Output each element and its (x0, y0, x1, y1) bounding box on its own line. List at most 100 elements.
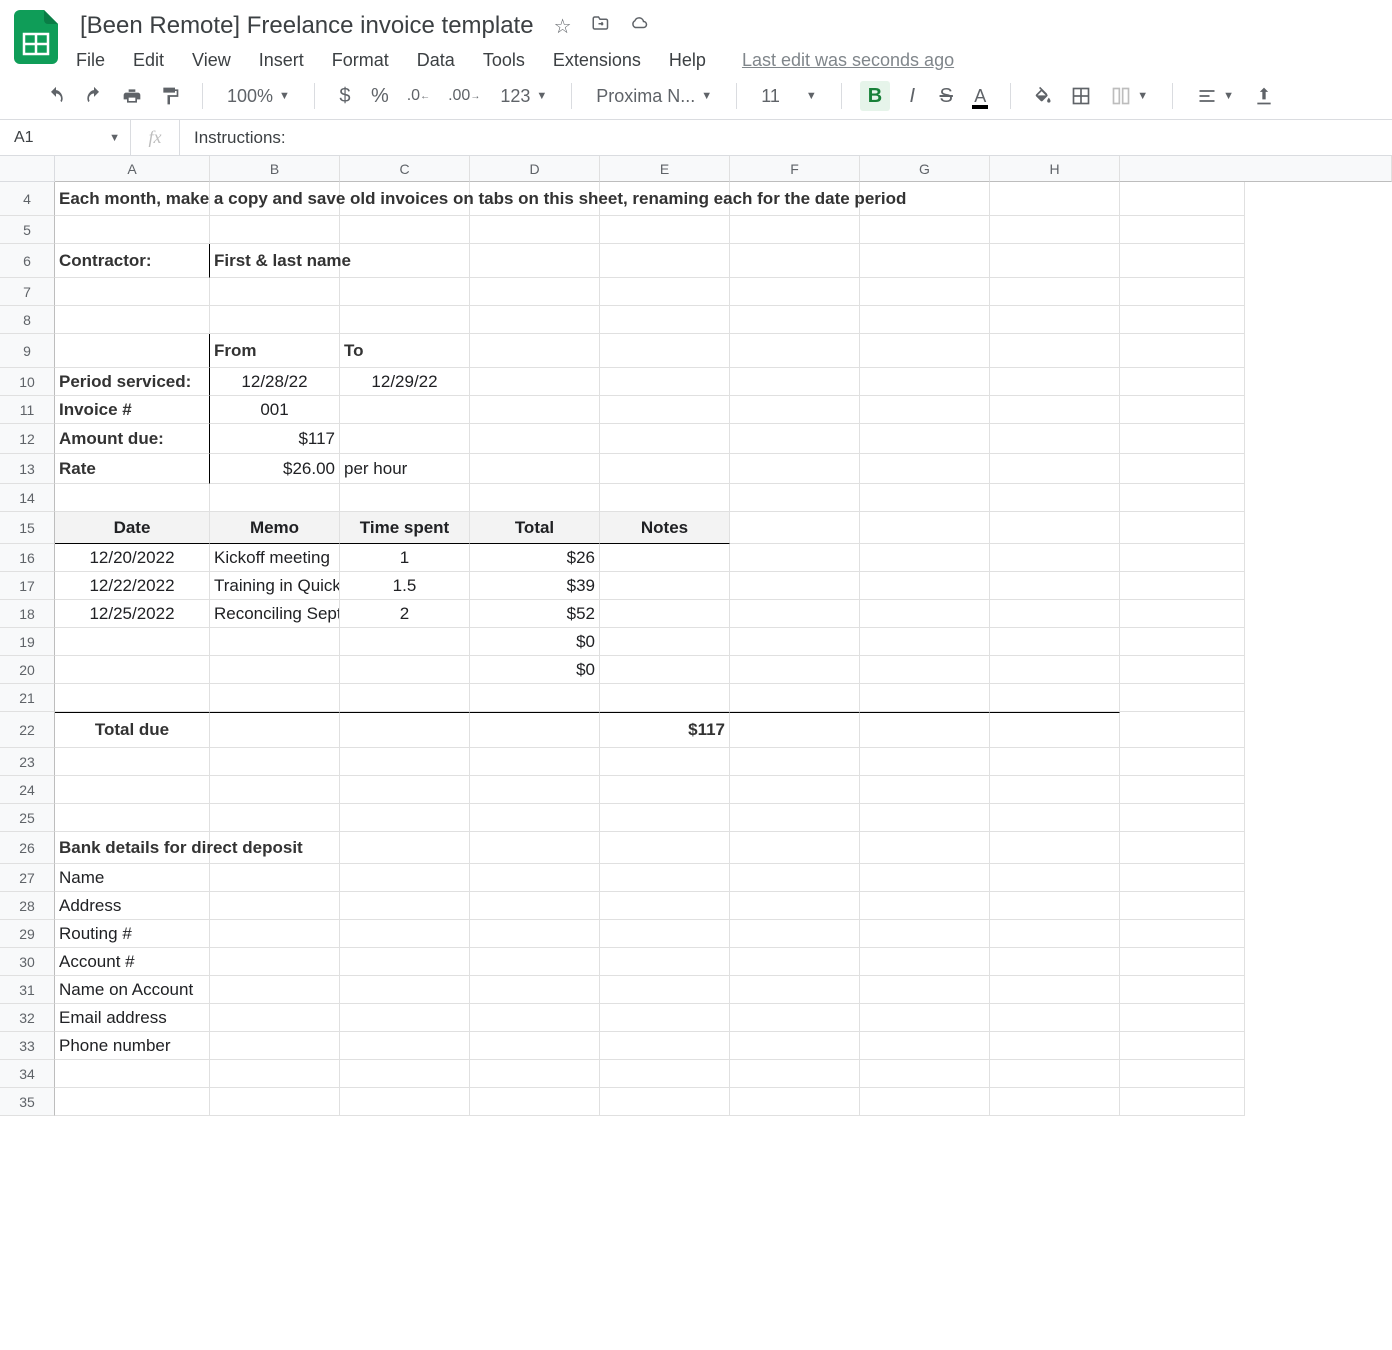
cell-C18[interactable]: 2 (340, 600, 470, 628)
cell-C27[interactable] (340, 864, 470, 892)
cell-E7[interactable] (600, 278, 730, 306)
cell-B33[interactable] (210, 1032, 340, 1060)
cell-D30[interactable] (470, 948, 600, 976)
cell-undefined16[interactable] (1120, 544, 1245, 572)
cell-H18[interactable] (990, 600, 1120, 628)
row-header-27[interactable]: 27 (0, 864, 55, 892)
cell-A32[interactable]: Email address (55, 1004, 210, 1032)
cell-C34[interactable] (340, 1060, 470, 1088)
menu-help[interactable]: Help (669, 50, 706, 71)
cell-G31[interactable] (860, 976, 990, 1004)
cell-A10[interactable]: Period serviced: (55, 368, 210, 396)
cell-F17[interactable] (730, 572, 860, 600)
move-to-folder-icon[interactable] (590, 14, 610, 39)
cell-B8[interactable] (210, 306, 340, 334)
row-header-23[interactable]: 23 (0, 748, 55, 776)
cell-F21[interactable] (730, 684, 860, 712)
cell-C23[interactable] (340, 748, 470, 776)
cell-B10[interactable]: 12/28/22 (210, 368, 340, 396)
menu-edit[interactable]: Edit (133, 50, 164, 71)
cell-undefined27[interactable] (1120, 864, 1245, 892)
cell-F12[interactable] (730, 424, 860, 454)
cell-H31[interactable] (990, 976, 1120, 1004)
cell-A35[interactable] (55, 1088, 210, 1116)
merge-cells-dropdown[interactable]: ▼ (1105, 81, 1154, 111)
cell-undefined9[interactable] (1120, 334, 1245, 368)
cell-undefined30[interactable] (1120, 948, 1245, 976)
menu-data[interactable]: Data (417, 50, 455, 71)
cell-F13[interactable] (730, 454, 860, 484)
cell-G9[interactable] (860, 334, 990, 368)
row-header-16[interactable]: 16 (0, 544, 55, 572)
cell-H27[interactable] (990, 864, 1120, 892)
cell-A14[interactable] (55, 484, 210, 512)
cell-E33[interactable] (600, 1032, 730, 1060)
cell-G24[interactable] (860, 776, 990, 804)
cell-G16[interactable] (860, 544, 990, 572)
vertical-align-icon[interactable] (1250, 81, 1278, 111)
cell-E9[interactable] (600, 334, 730, 368)
cell-D15[interactable]: Total (470, 512, 600, 544)
cell-E5[interactable] (600, 216, 730, 244)
cell-F7[interactable] (730, 278, 860, 306)
fill-color-icon[interactable] (1029, 81, 1057, 111)
cell-G13[interactable] (860, 454, 990, 484)
cell-E24[interactable] (600, 776, 730, 804)
cell-E20[interactable] (600, 656, 730, 684)
cell-H9[interactable] (990, 334, 1120, 368)
cell-F28[interactable] (730, 892, 860, 920)
cell-F20[interactable] (730, 656, 860, 684)
cell-G26[interactable] (860, 832, 990, 864)
cell-G21[interactable] (860, 684, 990, 712)
row-header-22[interactable]: 22 (0, 712, 55, 748)
cell-D24[interactable] (470, 776, 600, 804)
row-header-20[interactable]: 20 (0, 656, 55, 684)
cell-F15[interactable] (730, 512, 860, 544)
cell-A11[interactable]: Invoice # (55, 396, 210, 424)
cell-A25[interactable] (55, 804, 210, 832)
row-header-5[interactable]: 5 (0, 216, 55, 244)
cell-A15[interactable]: Date (55, 512, 210, 544)
cell-A34[interactable] (55, 1060, 210, 1088)
cell-D33[interactable] (470, 1032, 600, 1060)
row-header-19[interactable]: 19 (0, 628, 55, 656)
sheets-logo-icon[interactable] (14, 10, 58, 64)
cell-D28[interactable] (470, 892, 600, 920)
cell-F26[interactable] (730, 832, 860, 864)
format-percent-icon[interactable]: % (367, 81, 393, 111)
cell-B6[interactable]: First & last name (210, 244, 340, 278)
cell-undefined25[interactable] (1120, 804, 1245, 832)
cell-A19[interactable] (55, 628, 210, 656)
cell-H8[interactable] (990, 306, 1120, 334)
cell-A24[interactable] (55, 776, 210, 804)
cell-E21[interactable] (600, 684, 730, 712)
cell-E15[interactable]: Notes (600, 512, 730, 544)
cell-E10[interactable] (600, 368, 730, 396)
cell-B12[interactable]: $117 (210, 424, 340, 454)
cell-D12[interactable] (470, 424, 600, 454)
cell-D20[interactable]: $0 (470, 656, 600, 684)
cell-E14[interactable] (600, 484, 730, 512)
cell-H35[interactable] (990, 1088, 1120, 1116)
cell-G5[interactable] (860, 216, 990, 244)
cell-E13[interactable] (600, 454, 730, 484)
row-header-33[interactable]: 33 (0, 1032, 55, 1060)
font-family-dropdown[interactable]: Proxima N...▼ (590, 81, 718, 111)
cell-C35[interactable] (340, 1088, 470, 1116)
row-header-30[interactable]: 30 (0, 948, 55, 976)
cell-H25[interactable] (990, 804, 1120, 832)
cell-D29[interactable] (470, 920, 600, 948)
select-all-corner[interactable] (0, 156, 55, 182)
cell-undefined22[interactable] (1120, 712, 1245, 748)
cell-undefined24[interactable] (1120, 776, 1245, 804)
cell-C16[interactable]: 1 (340, 544, 470, 572)
cell-B22[interactable] (210, 712, 340, 748)
cell-E32[interactable] (600, 1004, 730, 1032)
cell-undefined26[interactable] (1120, 832, 1245, 864)
cell-H33[interactable] (990, 1032, 1120, 1060)
cell-H5[interactable] (990, 216, 1120, 244)
paint-format-icon[interactable] (156, 81, 184, 111)
cell-A23[interactable] (55, 748, 210, 776)
row-header-7[interactable]: 7 (0, 278, 55, 306)
column-header-F[interactable]: F (730, 156, 860, 182)
